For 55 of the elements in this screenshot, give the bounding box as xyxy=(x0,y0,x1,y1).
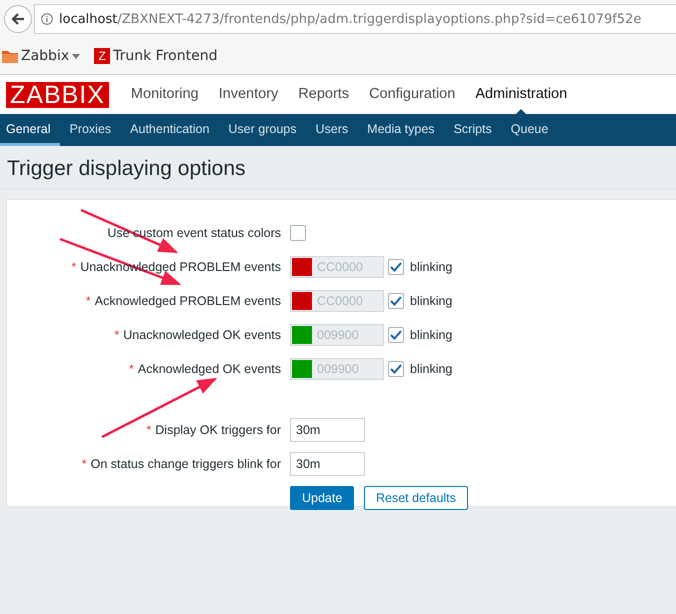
address-bar[interactable]: localhost/ZBXNEXT-4273/frontends/php/adm.triggerdisplayoptions.php?sid=ce61079f52e xyxy=(34,4,676,34)
back-arrow-icon xyxy=(11,12,25,26)
field-label: Use custom event status colors xyxy=(107,226,281,240)
required-mark: * xyxy=(71,260,76,274)
submenu-tab[interactable]: Queue xyxy=(502,114,558,146)
site-icon: Z xyxy=(94,48,110,64)
color-swatch[interactable] xyxy=(292,292,312,310)
folder-icon xyxy=(2,49,18,63)
checkbox-label: blinking xyxy=(410,260,452,274)
color-swatch[interactable] xyxy=(292,326,312,344)
dropdown-arrow-icon xyxy=(72,54,80,58)
required-mark: * xyxy=(146,423,152,437)
reset-button[interactable]: Reset defaults xyxy=(364,486,468,510)
submenu-tab[interactable]: Scripts xyxy=(444,114,502,146)
color-swatch[interactable] xyxy=(292,360,312,378)
main-menu-item[interactable]: Monitoring xyxy=(120,75,209,114)
checkbox[interactable] xyxy=(388,361,404,377)
field-label: Acknowledged OK events xyxy=(138,362,281,376)
url-text: localhost/ZBXNEXT-4273/frontends/php/adm.triggerdisplayoptions.php?sid=ce61079f52e xyxy=(59,12,642,26)
update-button[interactable]: Update xyxy=(290,486,354,510)
required-mark: * xyxy=(114,328,120,342)
checkbox[interactable] xyxy=(290,225,306,241)
page-title: Trigger displaying options xyxy=(0,146,676,189)
main-menu-item[interactable]: Inventory xyxy=(208,75,288,114)
input-field[interactable]: 30m xyxy=(290,452,365,476)
checkbox-label: blinking xyxy=(410,328,452,342)
checkbox[interactable] xyxy=(388,327,404,343)
field-label: Acknowledged PROBLEM events xyxy=(94,294,281,308)
checkbox[interactable] xyxy=(388,259,404,275)
bookmark-item[interactable]: Z Trunk Frontend xyxy=(94,48,218,64)
checkbox-label: blinking xyxy=(410,294,452,308)
bookmark-label: Zabbix xyxy=(21,48,70,64)
submenu-tab[interactable]: Proxies xyxy=(60,114,122,146)
submenu-tab[interactable]: Media types xyxy=(358,114,445,146)
submenu-tab[interactable]: Users xyxy=(306,114,358,146)
submenu-tab[interactable]: User groups xyxy=(219,114,306,146)
bookmark-folder[interactable]: Zabbix xyxy=(2,48,80,64)
main-menu-item[interactable]: Reports xyxy=(288,75,360,114)
bookmark-label: Trunk Frontend xyxy=(113,48,218,64)
main-menu-item[interactable]: Configuration xyxy=(359,75,466,114)
field-label: Unacknowledged OK events xyxy=(123,328,281,342)
field-label: On status change triggers blink for xyxy=(90,457,281,471)
checkbox[interactable] xyxy=(388,293,404,309)
input-field[interactable]: 30m xyxy=(290,418,365,442)
checkbox-label: blinking xyxy=(410,362,452,376)
submenu-tab[interactable]: General xyxy=(0,114,60,146)
required-mark: * xyxy=(128,362,134,376)
required-mark: * xyxy=(82,457,87,471)
back-button[interactable] xyxy=(4,5,32,33)
info-icon[interactable] xyxy=(41,13,53,25)
field-label: Display OK triggers for xyxy=(155,423,281,437)
zabbix-logo[interactable]: ZABBIX xyxy=(6,82,109,108)
color-swatch[interactable] xyxy=(292,258,312,276)
required-mark: * xyxy=(86,294,91,308)
submenu-tab[interactable]: Authentication xyxy=(121,114,220,146)
